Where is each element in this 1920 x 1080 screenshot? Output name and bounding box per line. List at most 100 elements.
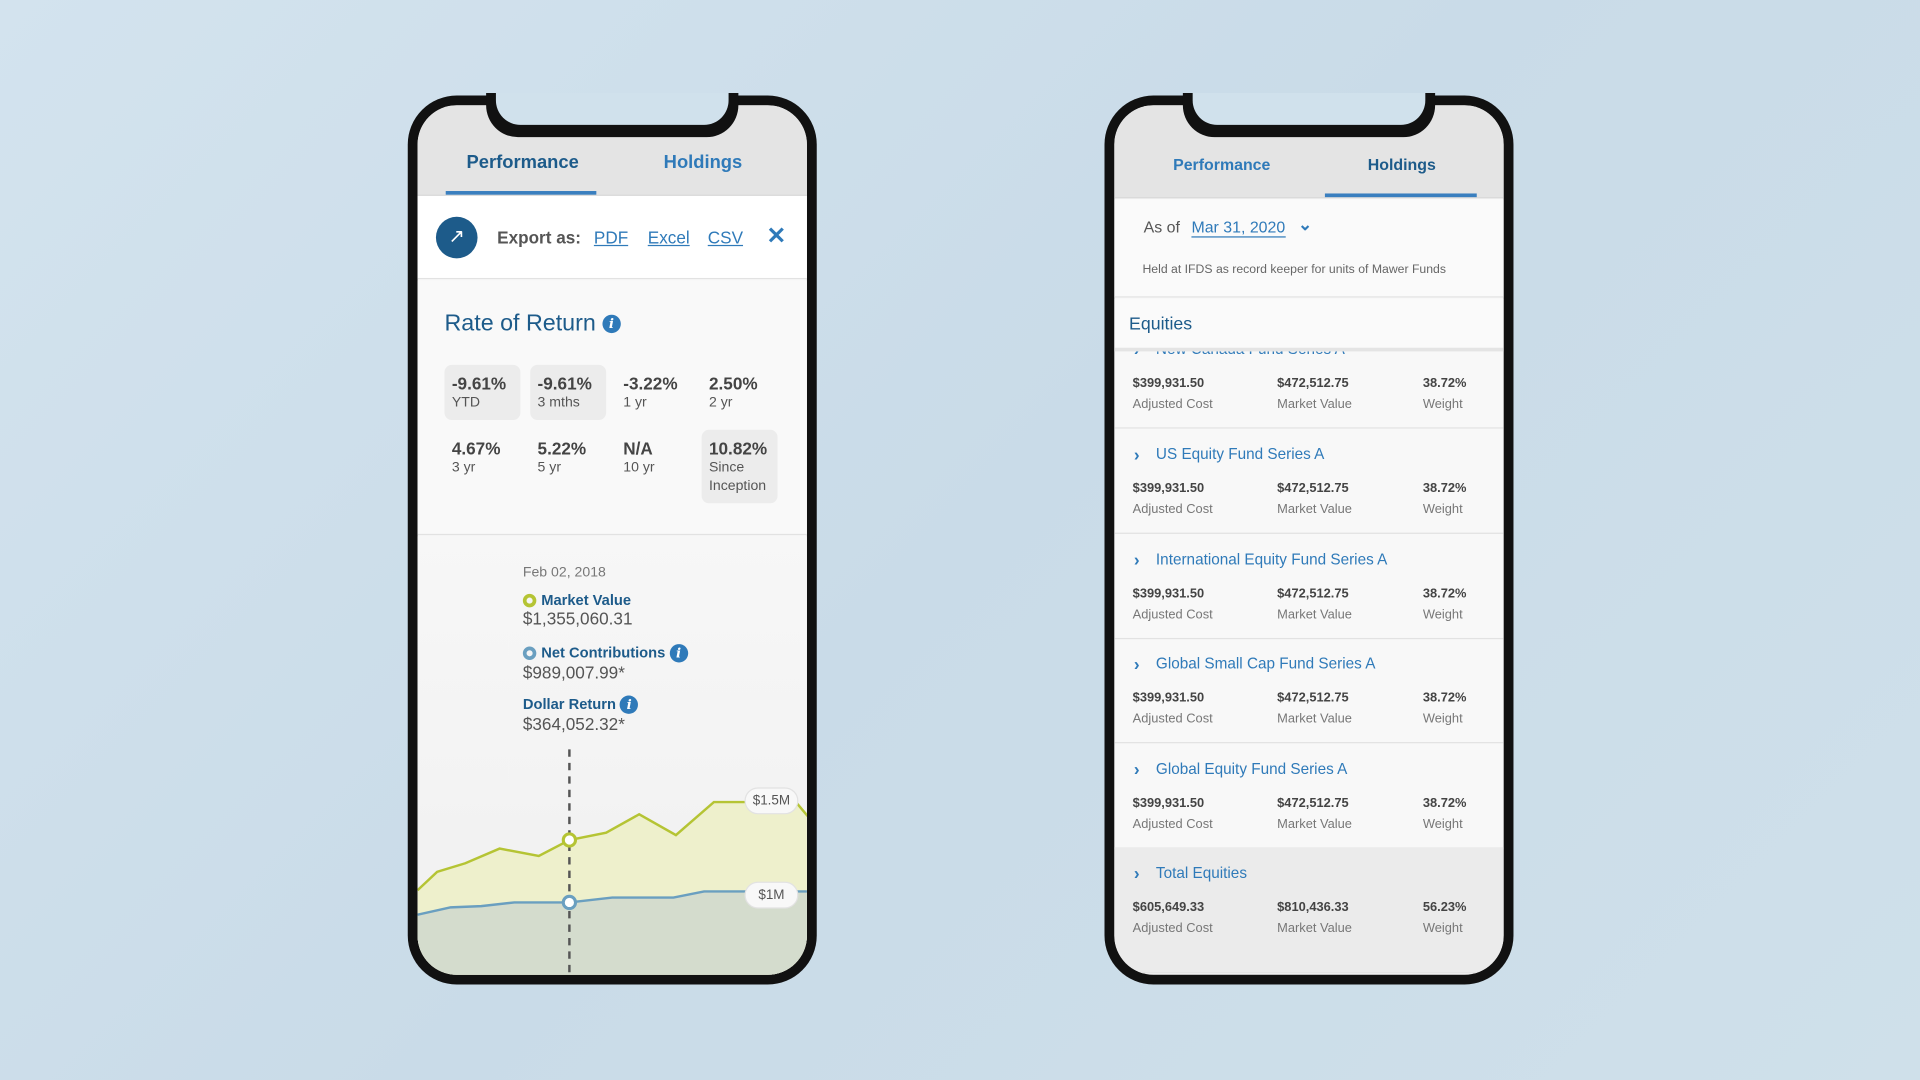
adjusted-cost: $399,931.50 Adjusted Cost: [1133, 583, 1213, 625]
market-value: $472,512.75 Market Value: [1277, 688, 1352, 730]
return-period: 3 yr: [451, 460, 476, 476]
market-value-label: Market Value: [1277, 816, 1352, 831]
title-text: Rate of Return: [444, 311, 596, 337]
info-icon[interactable]: i: [602, 315, 621, 334]
weight: 38.72% Weight: [1423, 688, 1467, 730]
return-value: 2.50%: [708, 373, 758, 394]
chevron-right-icon[interactable]: ›: [1134, 654, 1140, 674]
adjusted-cost: $399,931.50 Adjusted Cost: [1133, 479, 1213, 521]
fund-name[interactable]: Total Equities: [1156, 864, 1247, 881]
return-item: 5.22% 5 yr: [530, 430, 606, 485]
y-label-1-5m: $1.5M: [744, 787, 799, 815]
chevron-right-icon[interactable]: ›: [1134, 549, 1140, 569]
return-value: -9.61%: [451, 373, 507, 394]
return-value: 4.67%: [451, 438, 501, 458]
return-value: -3.22%: [623, 373, 678, 394]
market-value-value: $810,436.33: [1277, 900, 1349, 915]
fund-name[interactable]: Global Small Cap Fund Series A: [1156, 655, 1376, 672]
weight-label: Weight: [1422, 816, 1463, 831]
chevron-down-icon[interactable]: ⌄: [1298, 214, 1312, 235]
weight: 38.72% Weight: [1423, 479, 1467, 521]
weight-value: 38.72%: [1422, 690, 1467, 706]
adjusted-cost: $399,931.50 Adjusted Cost: [1133, 373, 1213, 415]
active-tab-indicator: [1324, 193, 1477, 198]
rate-of-return-panel: Rate of Return i -9.61% YTD -9.61% 3 mths -3…: [417, 280, 807, 536]
phone-performance: Performance Holdings ↗ Export as: PDF Ex…: [407, 93, 817, 985]
equities-header: Equities: [1114, 298, 1504, 352]
weight: 38.72% Weight: [1423, 583, 1467, 625]
return-period: 1 yr: [623, 395, 647, 411]
return-value: N/A: [623, 438, 653, 458]
export-pdf-link[interactable]: PDF: [594, 228, 628, 248]
weight-value: 38.72%: [1422, 375, 1467, 391]
market-value-value: $472,512.75: [1277, 795, 1349, 811]
section-title: Equities: [1128, 314, 1193, 335]
fund-name[interactable]: International Equity Fund Series A: [1156, 550, 1387, 567]
adjusted-cost-value: $605,649.33: [1132, 900, 1205, 915]
return-item: -9.61% 3 mths: [530, 364, 607, 421]
weight-label: Weight: [1422, 502, 1463, 517]
weight-value: 38.72%: [1422, 481, 1467, 496]
tab-performance[interactable]: Performance: [1173, 156, 1270, 174]
phone-holdings: Performance Holdings As of Mar 31, 2020 …: [1104, 93, 1514, 985]
market-value-value: $472,512.75: [1277, 690, 1349, 706]
market-value: $810,436.33 Market Value: [1277, 898, 1352, 940]
phone-notch: [1182, 93, 1436, 138]
return-item: 4.67% 3 yr: [444, 430, 520, 485]
chevron-right-icon[interactable]: ›: [1134, 759, 1140, 779]
total-row[interactable]: › Total Equities $605,649.33 Adjusted Cost $…: [1114, 847, 1504, 974]
performance-chart[interactable]: [417, 536, 807, 975]
adjusted-cost-label: Adjusted Cost: [1132, 816, 1213, 831]
as-of-date-select[interactable]: Mar 31, 2020: [1191, 218, 1286, 238]
rate-of-return-title: Rate of Return i: [444, 311, 621, 338]
export-bar: ↗ Export as: PDF Excel CSV ✕: [417, 195, 807, 280]
market-value-label: Market Value: [1277, 920, 1352, 936]
adjusted-cost-value: $399,931.50: [1132, 585, 1205, 601]
adjusted-cost-value: $399,931.50: [1132, 690, 1205, 706]
fund-name[interactable]: US Equity Fund Series A: [1156, 446, 1324, 463]
external-link-icon[interactable]: ↗: [435, 216, 478, 259]
fund-row[interactable]: › Global Equity Fund Series A $399,931.50 A…: [1114, 743, 1504, 848]
market-value: $472,512.75 Market Value: [1277, 373, 1352, 415]
adjusted-cost-label: Adjusted Cost: [1132, 606, 1213, 622]
adjusted-cost: $399,931.50 Adjusted Cost: [1133, 688, 1213, 730]
as-of-label: As of: [1143, 217, 1180, 237]
adjusted-cost: $605,649.33 Adjusted Cost: [1133, 898, 1213, 940]
tab-holdings[interactable]: Holdings: [1368, 156, 1436, 174]
market-value-label: Market Value: [1277, 606, 1352, 622]
market-value-value: $472,512.75: [1277, 585, 1349, 601]
fund-row[interactable]: › International Equity Fund Series A $399,…: [1114, 533, 1504, 639]
fund-name[interactable]: Global Equity Fund Series A: [1156, 760, 1347, 777]
return-item: -3.22% 1 yr: [616, 365, 692, 420]
adjusted-cost-label: Adjusted Cost: [1132, 920, 1213, 936]
market-value-label: Market Value: [1277, 711, 1352, 727]
market-value: $472,512.75 Market Value: [1277, 793, 1352, 835]
market-value-value: $472,512.75: [1277, 481, 1349, 496]
active-tab-indicator: [445, 191, 597, 195]
chevron-right-icon[interactable]: ›: [1134, 863, 1140, 883]
market-value-marker: [561, 832, 578, 848]
close-icon[interactable]: ✕: [767, 223, 786, 251]
return-value: -9.61%: [537, 373, 592, 394]
return-period: 5 yr: [537, 460, 562, 476]
return-period: 10 yr: [623, 460, 655, 476]
weight-label: Weight: [1422, 396, 1463, 412]
market-value-value: $472,512.75: [1277, 375, 1349, 391]
return-item: -9.61% YTD: [444, 364, 521, 421]
export-excel-link[interactable]: Excel: [648, 228, 690, 248]
return-period: 2 yr: [708, 395, 733, 411]
chevron-right-icon[interactable]: ›: [1134, 444, 1140, 464]
tab-performance[interactable]: Performance: [467, 152, 579, 173]
net-contributions-marker: [561, 894, 578, 911]
tab-holdings[interactable]: Holdings: [664, 152, 743, 173]
adjusted-cost: $399,931.50 Adjusted Cost: [1133, 793, 1213, 835]
adjusted-cost-label: Adjusted Cost: [1132, 711, 1213, 727]
fund-row[interactable]: › Global Small Cap Fund Series A $399,931.…: [1114, 638, 1504, 744]
market-value-label: Market Value: [1277, 502, 1352, 517]
weight-label: Weight: [1422, 920, 1463, 936]
fund-row[interactable]: › US Equity Fund Series A $399,931.50 Adjus…: [1114, 429, 1504, 534]
weight: 38.72% Weight: [1423, 373, 1467, 415]
weight: 56.23% Weight: [1423, 898, 1467, 940]
weight: 38.72% Weight: [1423, 793, 1467, 835]
export-csv-link[interactable]: CSV: [708, 228, 743, 248]
